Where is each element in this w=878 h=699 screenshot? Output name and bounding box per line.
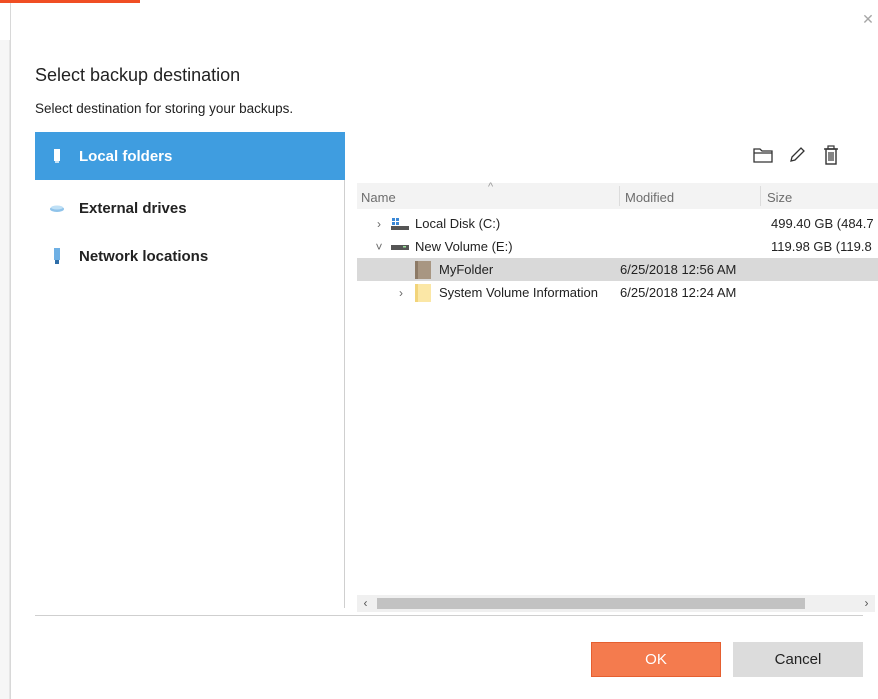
drive-icon <box>391 243 409 251</box>
destination-type-list: Local folders External drives Network lo… <box>35 132 345 608</box>
network-location-icon <box>35 248 79 264</box>
new-folder-button[interactable] <box>751 145 775 169</box>
file-tree-grid: ^ Name Modified Size › Local Disk (C:) 4… <box>357 181 878 607</box>
scrollbar-thumb[interactable] <box>377 598 805 609</box>
sidebar-item-external-drives[interactable]: External drives <box>35 184 345 232</box>
cancel-button[interactable]: Cancel <box>733 642 863 677</box>
column-header-modified[interactable]: Modified <box>625 190 674 205</box>
ok-button[interactable]: OK <box>591 642 721 677</box>
column-header-size[interactable]: Size <box>767 190 792 205</box>
sidebar-item-label: External drives <box>79 199 187 217</box>
scroll-left-icon[interactable]: ‹ <box>357 595 374 612</box>
folder-icon <box>415 260 431 279</box>
tree-row-size: 499.40 GB (484.7 <box>771 216 874 231</box>
external-drive-icon <box>35 203 79 213</box>
sidebar-item-label: Local folders <box>79 147 173 165</box>
tree-row-local-disk[interactable]: › Local Disk (C:) 499.40 GB (484.7 <box>357 212 878 235</box>
chevron-right-icon[interactable]: › <box>395 286 407 300</box>
backup-destination-dialog: ✕ Select backup destination Select desti… <box>10 3 878 699</box>
dialog-title: Select backup destination <box>35 65 241 85</box>
rename-button[interactable] <box>785 145 809 169</box>
grid-toolbar <box>751 144 843 170</box>
tree-row-name: Local Disk (C:) <box>415 216 501 231</box>
sidebar-item-label: Network locations <box>79 247 209 265</box>
sort-caret-icon: ^ <box>488 181 494 193</box>
column-divider[interactable] <box>760 186 761 206</box>
background-window-edge <box>0 40 10 699</box>
column-header-name[interactable]: Name <box>361 190 396 205</box>
tree-row-new-volume[interactable]: ˅ New Volume (E:) 119.98 GB (119.8 <box>357 235 878 258</box>
sidebar-item-local-folders[interactable]: Local folders <box>35 132 345 180</box>
footer-divider <box>35 615 863 616</box>
column-divider[interactable] <box>619 186 620 206</box>
dialog-subtitle: Select destination for storing your back… <box>35 101 294 116</box>
horizontal-scrollbar[interactable]: ‹ › <box>357 595 875 612</box>
system-drive-icon <box>391 217 409 230</box>
grid-header: ^ Name Modified Size <box>357 181 878 209</box>
pencil-icon <box>788 146 806 169</box>
delete-button[interactable] <box>819 144 843 170</box>
tree-row-size: 119.98 GB (119.8 <box>771 239 872 254</box>
tree-row-name: System Volume Information <box>439 285 598 300</box>
tree-row-myfolder[interactable]: MyFolder 6/25/2018 12:56 AM <box>357 258 878 281</box>
tree-row-modified: 6/25/2018 12:24 AM <box>620 285 737 300</box>
chevron-down-icon[interactable]: ˅ <box>373 240 385 254</box>
tree-row-name: MyFolder <box>439 262 494 277</box>
folder-icon <box>415 283 431 302</box>
tree-row-system-volume-information[interactable]: › System Volume Information 6/25/2018 12… <box>357 281 878 304</box>
folder-icon <box>753 147 773 168</box>
trash-icon <box>823 144 839 170</box>
scroll-right-icon[interactable]: › <box>858 595 875 612</box>
close-icon[interactable]: ✕ <box>860 11 876 27</box>
local-folder-icon <box>35 149 79 163</box>
sidebar-item-network-locations[interactable]: Network locations <box>35 232 345 280</box>
tree-row-name: New Volume (E:) <box>415 239 513 254</box>
tree-row-modified: 6/25/2018 12:56 AM <box>620 262 737 277</box>
chevron-right-icon[interactable]: › <box>373 217 385 231</box>
